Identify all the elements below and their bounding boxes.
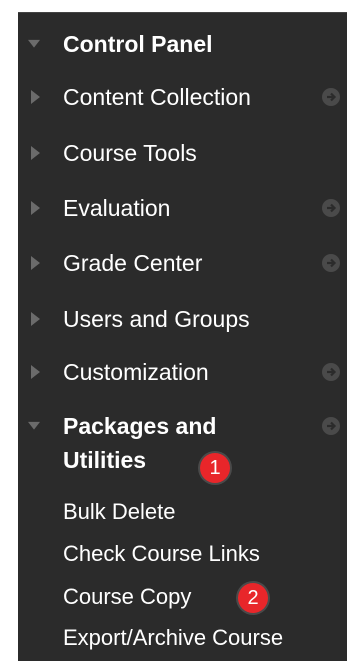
go-arrow-icon[interactable] <box>322 417 340 435</box>
triangle-right-icon <box>31 256 40 270</box>
subitem-bulk-delete[interactable]: Bulk Delete <box>63 498 176 526</box>
menu-item-label: Grade Center <box>63 250 203 276</box>
subitem-check-course-links[interactable]: Check Course Links <box>63 540 260 568</box>
menu-item-label: Course Tools <box>63 140 197 166</box>
control-panel: Control Panel Content Collection Course … <box>18 12 347 661</box>
triangle-down-icon <box>28 39 40 48</box>
triangle-right-icon <box>31 365 40 379</box>
annotation-badge-1: 1 <box>200 453 230 483</box>
go-arrow-icon[interactable] <box>322 254 340 272</box>
menu-item-label: Customization <box>63 359 209 385</box>
subitem-export-archive-course[interactable]: Export/Archive Course <box>63 624 283 652</box>
triangle-right-icon <box>31 90 40 104</box>
triangle-right-icon <box>31 201 40 215</box>
control-panel-title: Control Panel <box>63 31 213 57</box>
go-arrow-icon[interactable] <box>322 199 340 217</box>
menu-item-label: Evaluation <box>63 195 171 221</box>
menu-item-label-line2: Utilities <box>63 447 147 473</box>
triangle-down-icon <box>28 421 40 430</box>
triangle-right-icon <box>31 146 40 160</box>
go-arrow-icon[interactable] <box>322 363 340 381</box>
go-arrow-icon[interactable] <box>322 88 340 106</box>
menu-item-packages-and-utilities[interactable]: Packages and Utilities <box>18 411 347 475</box>
menu-item-label: Users and Groups <box>63 306 250 332</box>
menu-item-label-line1: Packages and <box>63 413 217 439</box>
menu-item-label: Content Collection <box>63 84 251 110</box>
subitem-course-copy[interactable]: Course Copy <box>63 583 191 611</box>
triangle-right-icon <box>31 312 40 326</box>
annotation-badge-2: 2 <box>238 583 268 613</box>
